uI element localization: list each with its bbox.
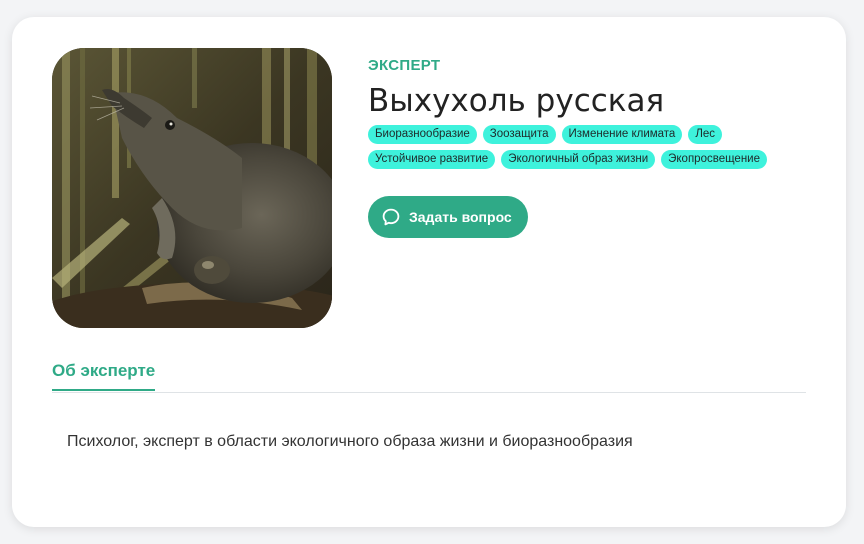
expert-description: Психолог, эксперт в области экологичного…: [67, 433, 633, 450]
tag-list: Биоразнообразие Зоозащита Изменение клим…: [368, 125, 798, 169]
expert-photo: [52, 48, 332, 328]
tag-forest[interactable]: Лес: [688, 125, 723, 144]
tag-animal-protection[interactable]: Зоозащита: [482, 125, 556, 144]
tag-biodiversity[interactable]: Биоразнообразие: [368, 125, 477, 144]
tag-climate-change[interactable]: Изменение климата: [561, 125, 683, 144]
expert-card: ЭКСПЕРТ Выхухоль русская Биоразнообразие…: [12, 17, 846, 527]
tab-bar: Об эксперте: [52, 354, 806, 393]
expert-role-label: ЭКСПЕРТ: [368, 57, 441, 74]
tag-eco-lifestyle[interactable]: Экологичный образ жизни: [501, 150, 656, 169]
tag-eco-education[interactable]: Экопросвещение: [661, 150, 767, 169]
tab-about-expert[interactable]: Об эксперте: [52, 361, 156, 391]
ask-question-button[interactable]: Задать вопрос: [368, 196, 528, 238]
expert-info: ЭКСПЕРТ Выхухоль русская Биоразнообразие…: [368, 57, 808, 169]
expert-name: Выхухоль русская: [368, 83, 665, 119]
tag-sustainable-development[interactable]: Устойчивое развитие: [368, 150, 496, 169]
speech-bubble-icon: [382, 208, 400, 226]
ask-question-label: Задать вопрос: [409, 209, 512, 225]
muskrat-image: [52, 48, 332, 328]
